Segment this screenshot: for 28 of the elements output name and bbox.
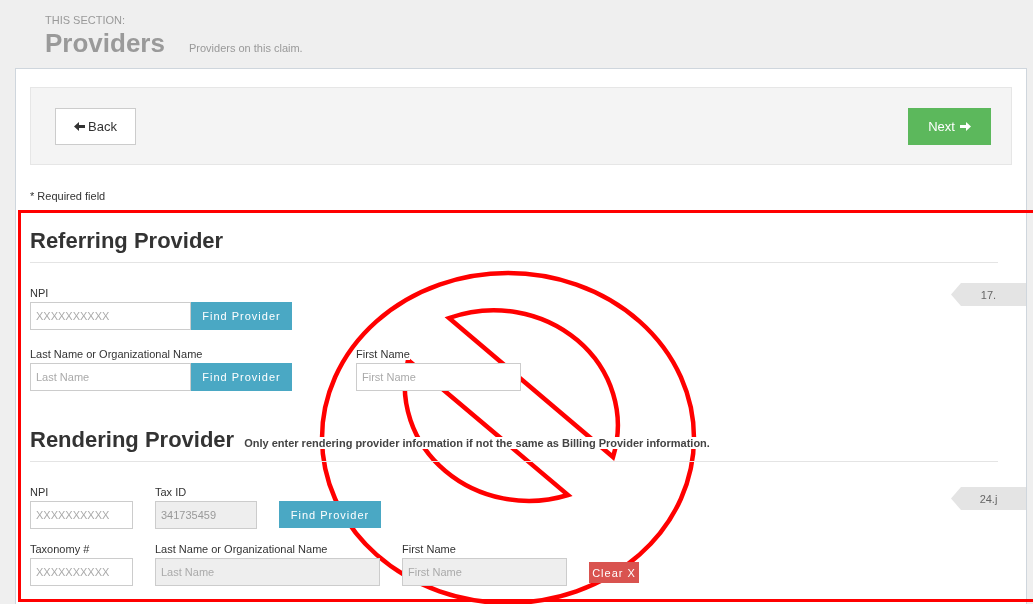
field-label: Last Name or Organizational Name: [30, 348, 203, 360]
back-button[interactable]: Back: [55, 107, 136, 145]
page-subtitle: Providers on this claim.: [188, 42, 303, 54]
input-field[interactable]: First Name: [356, 363, 521, 391]
field-label: Taxonomy #: [30, 543, 90, 555]
input-field[interactable]: XXXXXXXXXX: [30, 302, 191, 330]
input-field[interactable]: Last Name: [30, 363, 191, 391]
form-box-tag: 24.j: [951, 487, 1026, 510]
input-field[interactable]: XXXXXXXXXX: [30, 501, 133, 529]
right-arrow-icon: [959, 121, 971, 131]
field-label: NPI: [30, 287, 49, 299]
field-label: Last Name or Organizational Name: [155, 543, 328, 555]
form-box-tag: 17.: [951, 283, 1026, 306]
section-eyebrow: THIS SECTION:: [45, 14, 127, 26]
find-provider-button[interactable]: Find Provider: [191, 302, 292, 330]
section-note: Only enter rendering provider information if not the same as Billing Provider information.: [244, 437, 710, 449]
next-button[interactable]: Next: [908, 107, 991, 145]
input-field[interactable]: XXXXXXXXXX: [30, 558, 133, 586]
field-label: NPI: [30, 486, 49, 498]
field-label: First Name: [356, 348, 410, 360]
page-title: Providers: [45, 28, 165, 59]
required-note: * Required field: [30, 190, 107, 202]
action-button[interactable]: Clear X: [589, 562, 639, 583]
find-provider-button[interactable]: Find Provider: [191, 363, 292, 391]
action-button[interactable]: Find Provider: [279, 501, 381, 528]
field-label: Tax ID: [155, 486, 187, 498]
field-label: First Name: [402, 543, 456, 555]
left-arrow-icon: [74, 121, 86, 131]
